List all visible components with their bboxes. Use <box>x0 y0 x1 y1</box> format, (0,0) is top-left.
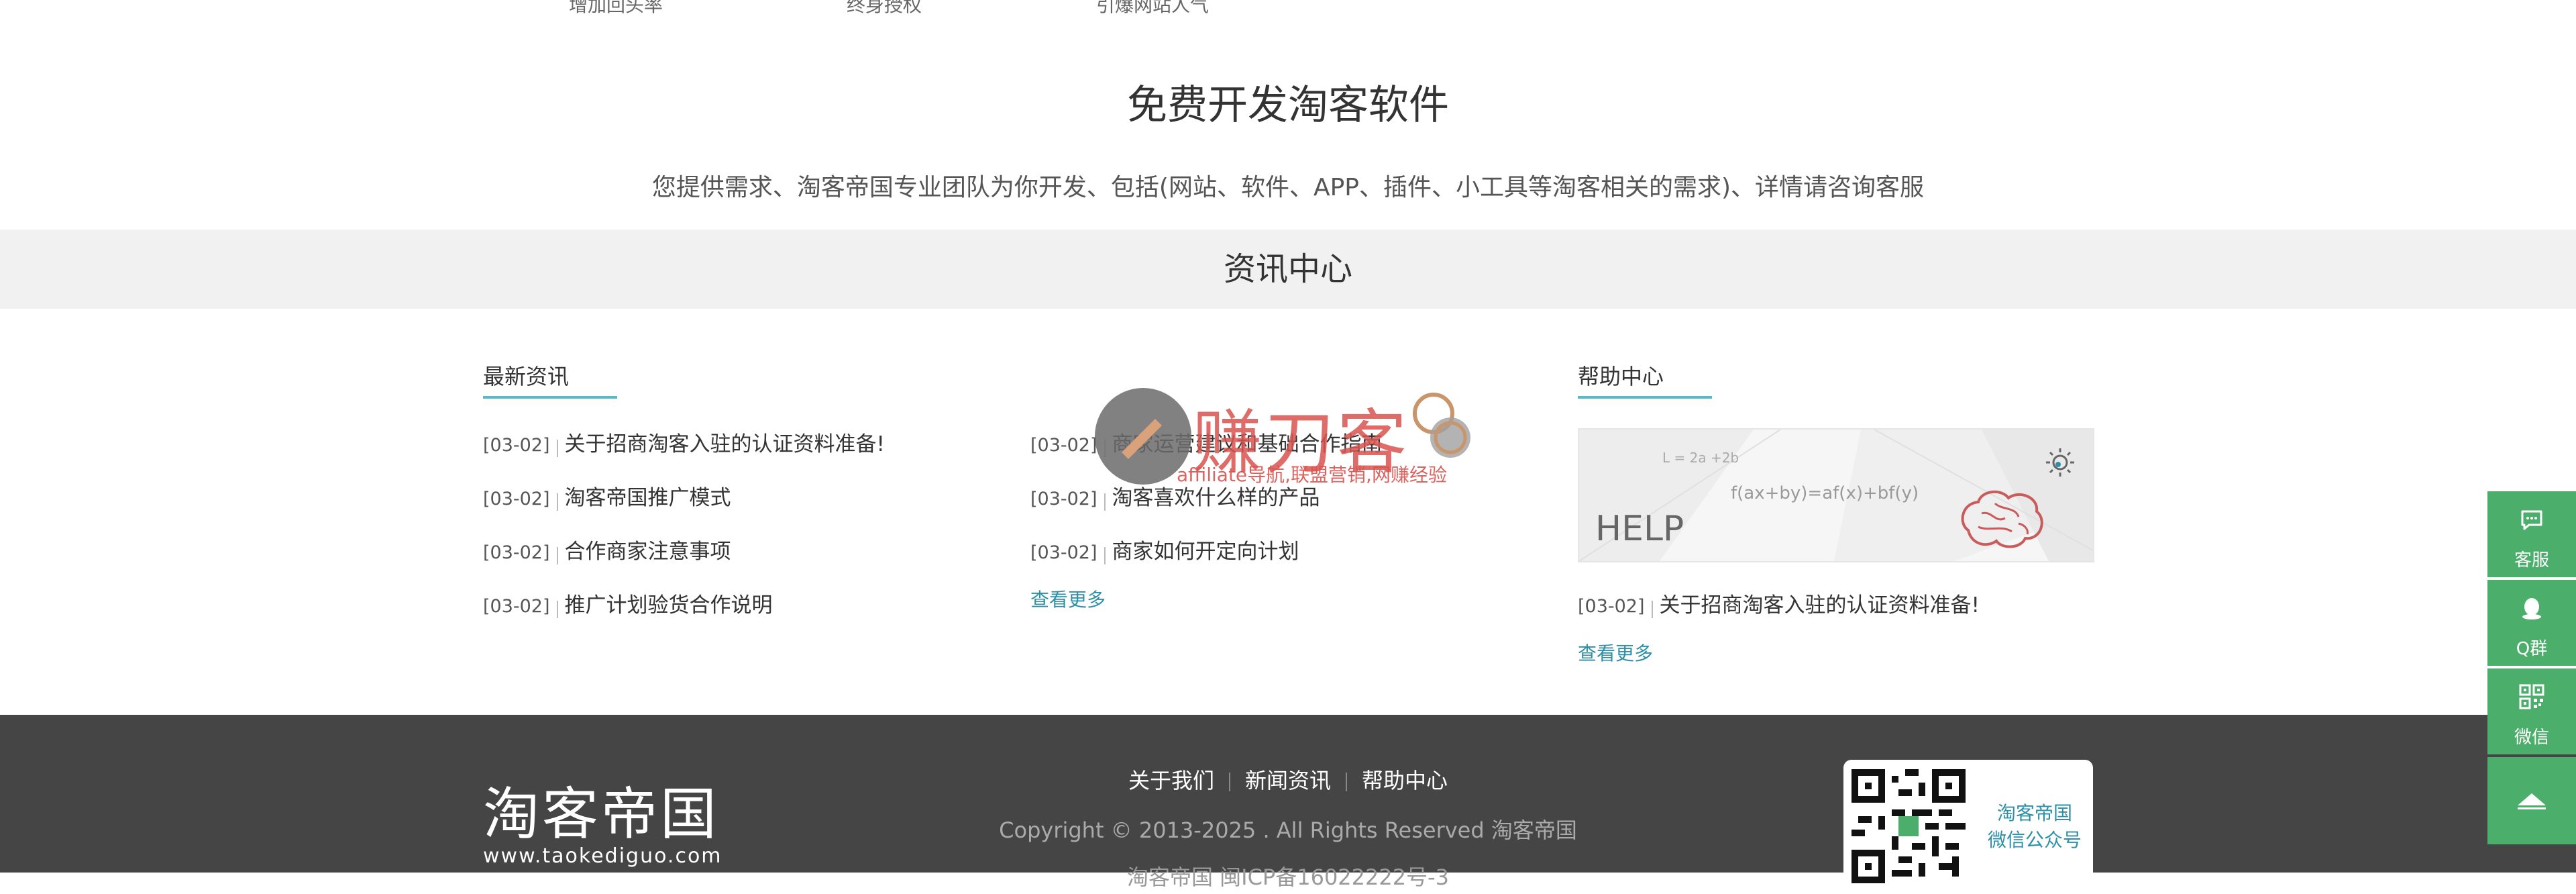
brain-icon <box>1961 490 2043 548</box>
news-title[interactable]: 淘客帝国推广模式 <box>565 486 731 510</box>
news-separator <box>556 439 558 457</box>
help-banner-image[interactable]: L = 2a +2b f(ax+by)=af(x)+bf(y) HELP <box>1578 428 2094 562</box>
news-date: [03-02] <box>1030 489 1097 509</box>
news-title[interactable]: 商家如何开定向计划 <box>1112 540 1299 564</box>
back-to-top-button[interactable] <box>2487 757 2576 844</box>
qr-code-icon <box>2519 684 2544 709</box>
wechat-qr-card: 淘客帝国 微信公众号 <box>1843 760 2093 894</box>
sidebar-label: 客服 <box>2514 550 2549 570</box>
news-separator <box>1104 546 1106 564</box>
news-date: [03-02] <box>483 542 550 563</box>
news-date: [03-02] <box>483 435 550 456</box>
sidebar-wechat-button[interactable]: 微信 <box>2487 668 2576 754</box>
feature-label: 增加回头率 <box>569 0 663 16</box>
dev-section-description: 您提供需求、淘客帝国专业团队为你开发、包括(网站、软件、APP、插件、小工具等淘… <box>651 174 1925 201</box>
qq-penguin-icon <box>2522 598 2541 619</box>
help-date: [03-02] <box>1578 596 1645 617</box>
feature-label: 引爆网站人气 <box>1096 0 1210 16</box>
qr-caption: 淘客帝国 微信公众号 <box>1984 800 2085 854</box>
help-title[interactable]: 关于招商淘客入驻的认证资料准备! <box>1660 593 1980 617</box>
news-title[interactable]: 关于招商淘客入驻的认证资料准备! <box>565 432 885 456</box>
help-center-underline <box>1578 396 1712 399</box>
sidebar-label: Q群 <box>2516 639 2548 659</box>
watermark-subtitle: affiliate导航,联盟营销,网赚经验 <box>1177 464 1447 486</box>
help-center-heading: 帮助中心 <box>1578 364 1664 389</box>
news-date: [03-02] <box>1030 435 1097 456</box>
footer-icp[interactable]: 淘客帝国 闽ICP备16022222号-3 <box>0 860 2576 891</box>
news-date: [03-02] <box>483 489 550 509</box>
sidebar-label: 微信 <box>2514 728 2549 748</box>
footer-nav-separator <box>1346 773 1347 791</box>
news-separator <box>556 493 558 511</box>
news-list-item[interactable]: [03-02] 推广计划验货合作说明 <box>483 588 773 618</box>
help-view-more-link[interactable]: 查看更多 <box>1578 639 1653 666</box>
footer-link-news[interactable]: 新闻资讯 <box>1245 768 1331 793</box>
footer-link-help[interactable]: 帮助中心 <box>1362 768 1448 793</box>
latest-news-underline <box>483 396 617 399</box>
sidebar-service-button[interactable]: 客服 <box>2487 491 2576 577</box>
news-date: [03-02] <box>483 596 550 617</box>
sidebar-qq-group-button[interactable]: Q群 <box>2487 580 2576 666</box>
footer-nav-separator <box>1228 773 1230 791</box>
news-date: [03-02] <box>1030 542 1097 563</box>
qr-caption-line: 微信公众号 <box>1987 829 2082 851</box>
news-center-band: 资讯中心 <box>0 230 2576 309</box>
news-separator <box>556 546 558 564</box>
feature-label: 终身授权 <box>847 0 922 16</box>
news-title[interactable]: 推广计划验货合作说明 <box>565 593 773 617</box>
footer-copyright: Copyright © 2013-2025 . All Rights Reser… <box>999 817 1577 843</box>
view-more-link[interactable]: 查看更多 <box>1030 585 1106 612</box>
qr-caption-line: 淘客帝国 <box>1996 802 2072 824</box>
news-separator <box>1104 493 1106 511</box>
lightbulb-icon <box>2046 448 2074 477</box>
help-label: HELP <box>1595 509 1684 549</box>
news-separator <box>556 600 558 618</box>
footer-link-about[interactable]: 关于我们 <box>1128 768 1214 793</box>
help-separator <box>1651 600 1653 618</box>
news-list-item[interactable]: [03-02] 关于招商淘客入驻的认证资料准备! <box>483 427 885 457</box>
footer-nav: 关于我们 新闻资讯 帮助中心 <box>0 764 2576 795</box>
help-formula-2: f(ax+by)=af(x)+bf(y) <box>1731 483 1919 503</box>
news-list-item[interactable]: [03-02] 商家如何开定向计划 <box>1030 534 1299 564</box>
news-title[interactable]: 合作商家注意事项 <box>565 540 731 564</box>
chat-bubble-icon <box>2521 510 2542 530</box>
latest-news-heading: 最新资讯 <box>483 364 570 389</box>
watermark: 赚刀客 affiliate导航,联盟营销,网赚经验 <box>1095 385 1484 493</box>
news-center-title: 资讯中心 <box>1223 250 1352 288</box>
dev-section-title: 免费开发淘客软件 <box>1127 82 1449 129</box>
qr-code-icon <box>1851 769 1966 883</box>
arrow-up-icon <box>2518 793 2546 809</box>
news-list-item[interactable]: [03-02] 淘客帝国推广模式 <box>483 481 731 511</box>
news-list-item[interactable]: [03-02] 合作商家注意事项 <box>483 534 731 564</box>
help-list-item[interactable]: [03-02] 关于招商淘客入驻的认证资料准备! <box>1578 588 1980 618</box>
help-formula-1: L = 2a +2b <box>1662 450 1739 466</box>
